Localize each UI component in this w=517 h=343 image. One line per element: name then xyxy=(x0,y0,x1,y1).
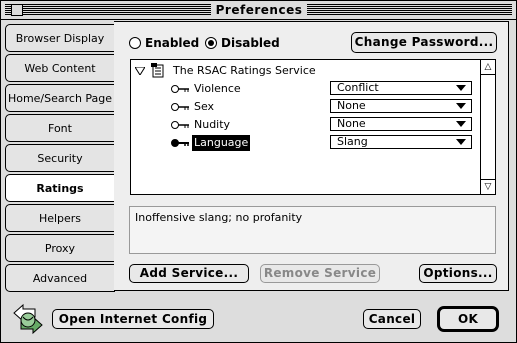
tab-home-search-page[interactable]: Home/Search Page xyxy=(5,84,115,112)
ok-button[interactable]: OK xyxy=(437,306,499,332)
service-row[interactable]: The RSAC Ratings Service xyxy=(135,63,465,79)
close-box[interactable] xyxy=(11,4,23,16)
scroll-document-icon xyxy=(151,63,164,78)
radio-enabled[interactable]: Enabled xyxy=(129,36,199,50)
remove-service-button[interactable]: Remove Service xyxy=(260,264,380,283)
ratings-list-scrollbar[interactable]: △ ▽ xyxy=(480,60,495,194)
radio-disabled[interactable]: Disabled xyxy=(205,36,280,50)
key-icon xyxy=(171,121,189,129)
preferences-window: Preferences Browser Display Web Content … xyxy=(0,0,517,343)
sex-level-select[interactable]: None xyxy=(330,99,472,113)
tab-advanced[interactable]: Advanced xyxy=(5,264,115,292)
category-label-violence: Violence xyxy=(194,82,241,95)
rating-description: Inoffensive slang; no profanity xyxy=(129,206,496,254)
key-icon xyxy=(171,85,189,93)
tab-proxy[interactable]: Proxy xyxy=(5,234,115,262)
sex-level-value: None xyxy=(337,99,366,112)
chevron-down-icon xyxy=(456,121,466,127)
cancel-button[interactable]: Cancel xyxy=(363,309,421,329)
tab-security[interactable]: Security xyxy=(5,144,115,172)
tab-web-content[interactable]: Web Content xyxy=(5,54,115,82)
radio-enabled-label: Enabled xyxy=(145,36,200,50)
language-level-select[interactable]: Slang xyxy=(330,135,472,149)
tab-ratings[interactable]: Ratings xyxy=(5,174,115,202)
category-label-language: Language xyxy=(192,135,251,151)
radio-disabled-label: Disabled xyxy=(221,36,280,50)
radio-disabled-dot[interactable] xyxy=(205,37,217,49)
internet-config-icon xyxy=(13,303,43,335)
service-name: The RSAC Ratings Service xyxy=(173,64,316,77)
add-service-button[interactable]: Add Service... xyxy=(129,264,249,283)
change-password-button[interactable]: Change Password... xyxy=(351,32,497,53)
chevron-down-icon xyxy=(456,103,466,109)
open-internet-config-button[interactable]: Open Internet Config xyxy=(52,309,214,329)
violence-level-value: Conflict xyxy=(337,81,379,94)
tab-browser-display[interactable]: Browser Display xyxy=(5,24,115,52)
nudity-level-value: None xyxy=(337,117,366,130)
radio-enabled-dot[interactable] xyxy=(129,37,141,49)
category-label-nudity: Nudity xyxy=(194,118,231,131)
scroll-up-icon[interactable]: △ xyxy=(481,60,495,75)
title-bar[interactable]: Preferences xyxy=(1,1,516,20)
category-label-sex: Sex xyxy=(194,100,215,113)
violence-level-select[interactable]: Conflict xyxy=(330,81,472,95)
chevron-down-icon xyxy=(456,139,466,145)
tab-helpers[interactable]: Helpers xyxy=(5,204,115,232)
scroll-down-icon[interactable]: ▽ xyxy=(481,179,495,194)
tab-font[interactable]: Font xyxy=(5,114,115,142)
disclosure-triangle-icon[interactable] xyxy=(135,67,145,75)
rating-description-text: Inoffensive slang; no profanity xyxy=(135,211,303,224)
nudity-level-select[interactable]: None xyxy=(330,117,472,131)
options-button[interactable]: Options... xyxy=(419,264,497,283)
chevron-down-icon xyxy=(456,85,466,91)
key-icon xyxy=(171,103,189,111)
window-title: Preferences xyxy=(211,2,307,18)
key-icon xyxy=(171,139,189,147)
language-level-value: Slang xyxy=(337,135,368,148)
